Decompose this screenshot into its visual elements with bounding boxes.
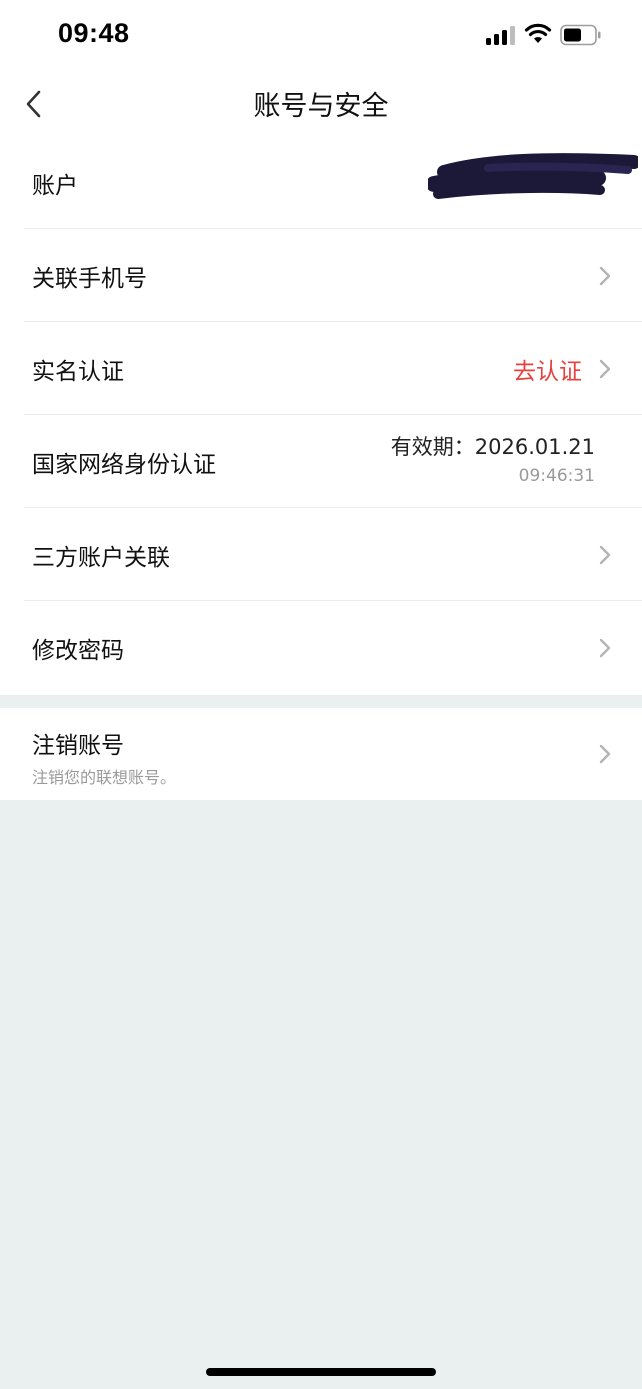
nav-bar: 账号与安全 [0,72,642,136]
chevron-right-icon [599,359,611,378]
cancel-account-title: 注销账号 [32,733,124,759]
cancel-account-row[interactable]: 注销账号 注销您的联想账号。 [0,708,642,800]
battery-icon [560,24,601,46]
national-id-label: 国家网络身份认证 [32,451,216,478]
status-bar: 09:48 [0,0,642,72]
account-label: 账户 [32,172,78,199]
realname-verification-row[interactable]: 实名认证 去认证 [0,322,642,415]
change-password-row[interactable]: 修改密码 [0,601,642,694]
third-party-row[interactable]: 三方账户关联 [0,508,642,601]
wifi-icon [524,23,552,43]
go-verify-link[interactable]: 去认证 [513,352,582,386]
page-title: 账号与安全 [253,91,389,122]
chevron-right-icon [599,638,611,657]
third-party-label: 三方账户关联 [32,544,170,571]
redacted-account-scribble [428,153,638,199]
validity-info: 有效期：2026.01.21 09:46:31 [391,433,595,489]
chevron-right-icon [599,744,611,764]
realname-label: 实名认证 [32,358,124,385]
status-time: 09:48 [58,18,130,48]
cellular-signal-icon [486,26,515,45]
chevron-right-icon [599,266,611,285]
national-id-row[interactable]: 国家网络身份认证 有效期：2026.01.21 09:46:31 [0,415,642,508]
home-indicator[interactable] [206,1368,436,1376]
linked-phone-row[interactable]: 关联手机号 [0,229,642,322]
cancel-account-subtitle: 注销您的联想账号。 [32,768,177,787]
validity-time: 09:46:31 [518,466,595,486]
linked-phone-label: 关联手机号 [32,265,147,292]
section-gap [0,695,642,708]
change-password-label: 修改密码 [32,637,124,664]
chevron-right-icon [599,545,611,564]
validity-date: 有效期：2026.01.21 [390,435,595,459]
